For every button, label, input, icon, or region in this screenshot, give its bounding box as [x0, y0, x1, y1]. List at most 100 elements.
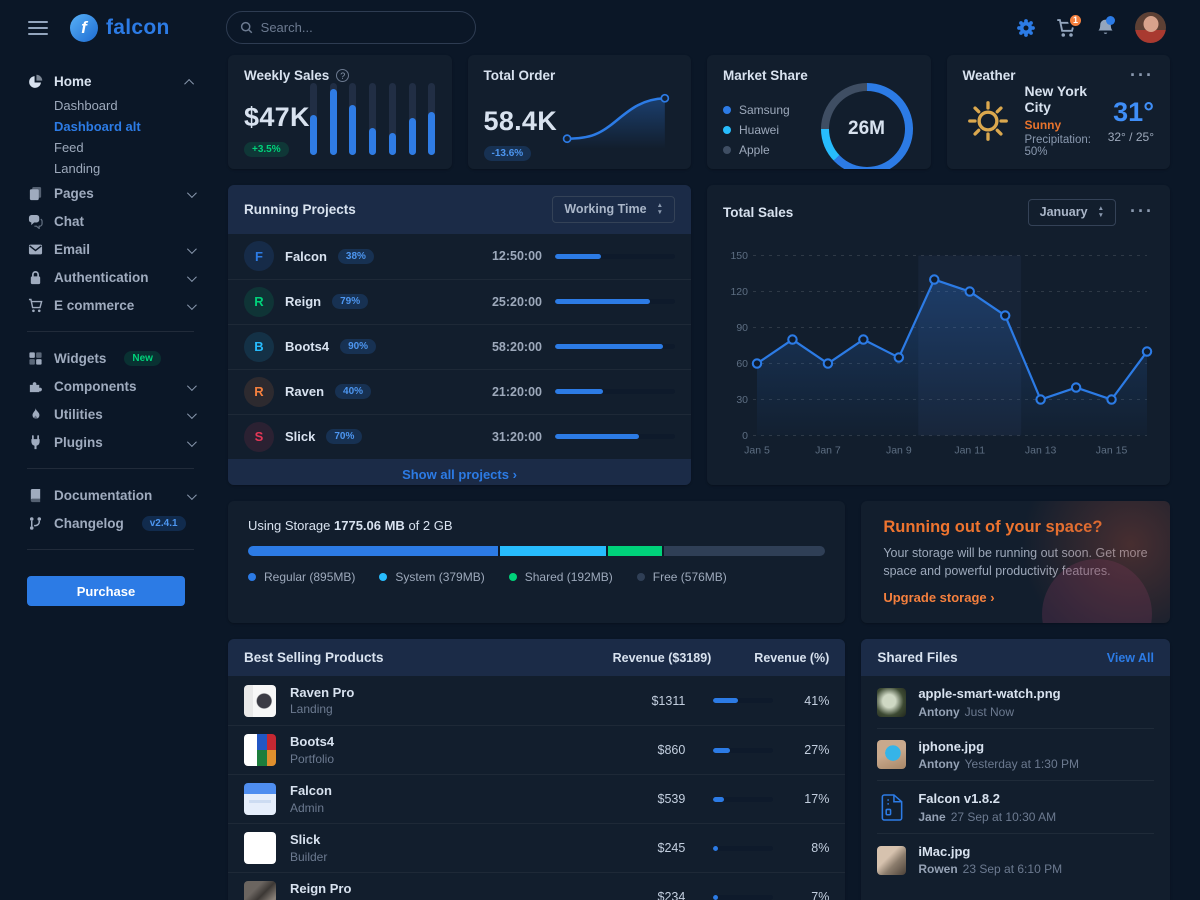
sun-icon — [963, 96, 1013, 146]
file-row-falcon-v1.8.2[interactable]: Falcon v1.8.2Jane27 Sep at 10:30 AM — [861, 781, 1170, 834]
legend-label: Huawei — [739, 123, 779, 137]
sidebar-item-email[interactable]: Email — [27, 235, 198, 263]
file-name-link[interactable]: iMac.jpg — [918, 844, 1062, 860]
menu-toggle-button[interactable] — [26, 17, 50, 39]
main-content: Weekly Sales $47K +3.5% Total Order — [212, 55, 1200, 900]
help-icon[interactable] — [336, 69, 349, 82]
upgrade-storage-link[interactable]: Upgrade storage — [883, 590, 994, 605]
sidebar-item-authentication[interactable]: Authentication — [27, 263, 198, 291]
total-order-card: Total Order 58.4K -13.6% — [468, 55, 692, 169]
sidebar-item-dashboard[interactable]: Dashboard — [27, 95, 198, 116]
project-name-link[interactable]: Slick — [285, 429, 315, 444]
project-row-falcon: FFalcon38%12:50:00 — [228, 234, 691, 279]
storage-segment-shared — [608, 546, 662, 556]
sidebar-item-utilities[interactable]: Utilities — [27, 400, 198, 428]
total-order-title: Total Order — [484, 68, 556, 83]
sidebar-item-documentation[interactable]: Documentation — [27, 481, 198, 509]
project-progress-track — [555, 434, 675, 439]
best-selling-table: Raven ProLanding$131141% Boots4 Portfolio $… — [228, 676, 845, 900]
sidebar-item-pages[interactable]: Pages — [27, 179, 198, 207]
brand-name: falcon — [106, 16, 170, 40]
storage-legend-item: Shared (192MB) — [509, 570, 613, 584]
sidebar-badge: v2.4.1 — [142, 516, 186, 531]
legend-dot — [723, 146, 731, 154]
sidebar-item-label: Pages — [54, 186, 94, 201]
project-row-boots4: BBoots490%58:20:00 — [228, 324, 691, 369]
cart-icon[interactable]: 1 — [1056, 18, 1076, 38]
weather-card: Weather New York City Sunny Precipitatio… — [947, 55, 1171, 169]
product-category-link[interactable]: Admin — [290, 801, 583, 815]
product-info: Raven ProLanding — [290, 685, 583, 717]
project-progress-group: 25:20:00 — [492, 295, 675, 309]
weather-high-low: 32° / 25° — [1108, 130, 1154, 144]
product-thumbnail — [244, 832, 276, 864]
product-name-link[interactable]: Reign Pro — [290, 881, 583, 897]
file-info: apple-smart-watch.pngAntonyJust Now — [918, 686, 1060, 719]
sidebar-item-dashboard-alt[interactable]: Dashboard alt — [27, 116, 198, 137]
product-category-link[interactable]: Landing — [290, 702, 583, 716]
file-name-link[interactable]: iphone.jpg — [918, 739, 1079, 755]
product-row-raven-pro: Raven ProLanding$131141% — [228, 676, 845, 725]
sidebar-item-feed[interactable]: Feed — [27, 137, 198, 158]
product-name-link[interactable]: Boots4 — [290, 734, 583, 750]
svg-text:0: 0 — [742, 430, 748, 442]
product-name-link[interactable]: Falcon — [290, 783, 583, 799]
file-row-iphone.jpg[interactable]: iphone.jpgAntonyYesterday at 1:30 PM — [861, 729, 1170, 782]
revenue-column-header: Revenue ($3189) — [613, 651, 712, 665]
weather-menu-icon[interactable] — [1130, 73, 1154, 79]
product-revenue: $860 — [597, 743, 685, 757]
month-select[interactable]: January — [1028, 199, 1116, 226]
project-time: 58:20:00 — [492, 340, 542, 354]
show-all-projects-link[interactable]: Show all projects — [402, 467, 517, 482]
sidebar-item-label: Chat — [54, 214, 84, 229]
total-sales-line-chart: 0306090120150Jan 5Jan 7Jan 9Jan 11Jan 13… — [723, 232, 1154, 471]
project-progress-group: 21:20:00 — [492, 385, 675, 399]
user-avatar[interactable] — [1135, 12, 1166, 43]
file-row-imac.jpg[interactable]: iMac.jpgRowen23 Sep at 6:10 PM — [861, 834, 1170, 887]
project-progress-fill — [555, 254, 601, 259]
sidebar-item-e-commerce[interactable]: E commerce — [27, 291, 198, 319]
weekly-sales-bar-chart — [310, 83, 436, 155]
file-name-link[interactable]: Falcon v1.8.2 — [918, 791, 1056, 807]
product-category-link[interactable]: Portfolio — [290, 752, 583, 766]
product-name-link[interactable]: Slick — [290, 832, 583, 848]
sidebar-item-landing[interactable]: Landing — [27, 158, 198, 179]
file-name-link[interactable]: apple-smart-watch.png — [918, 686, 1060, 702]
product-progress-fill — [713, 748, 729, 753]
file-row-apple-smart-watch.png[interactable]: apple-smart-watch.pngAntonyJust Now — [861, 676, 1170, 729]
storage-title: Using Storage 1775.06 MB of 2 GB — [248, 518, 825, 533]
sidebar-item-chat[interactable]: Chat — [27, 207, 198, 235]
project-progress-fill — [555, 434, 639, 439]
product-progress-track — [713, 895, 773, 900]
top-navbar: f falcon 1 — [0, 0, 1200, 55]
project-name-link[interactable]: Falcon — [285, 249, 327, 264]
total-sales-menu-icon[interactable] — [1130, 209, 1154, 215]
notifications-bell-icon[interactable] — [1096, 18, 1115, 37]
sidebar-item-home[interactable]: Home — [27, 67, 198, 95]
brand-logo[interactable]: f falcon — [70, 14, 170, 42]
svg-text:Jan 7: Jan 7 — [815, 444, 841, 456]
sidebar-item-components[interactable]: Components — [27, 372, 198, 400]
project-name-link[interactable]: Boots4 — [285, 339, 329, 354]
product-info: Reign ProAgency — [290, 881, 583, 900]
project-name-link[interactable]: Raven — [285, 384, 324, 399]
total-order-change-badge: -13.6% — [484, 146, 532, 161]
product-category-link[interactable]: Builder — [290, 850, 583, 864]
product-name-link[interactable]: Raven Pro — [290, 685, 583, 701]
market-share-title: Market Share — [723, 68, 808, 83]
file-owner: Antony — [918, 757, 959, 771]
legend-item-huawei: Huawei — [723, 123, 790, 137]
search-input[interactable] — [261, 20, 462, 35]
project-progress-track — [555, 389, 675, 394]
settings-gear-icon[interactable] — [1016, 18, 1036, 38]
view-all-link[interactable]: View All — [1107, 651, 1154, 665]
purchase-button[interactable]: Purchase — [27, 576, 185, 606]
working-time-select[interactable]: Working Time — [552, 196, 675, 223]
project-name-link[interactable]: Reign — [285, 294, 321, 309]
sidebar-item-widgets[interactable]: WidgetsNew — [27, 344, 198, 372]
sidebar-item-changelog[interactable]: Changelogv2.4.1 — [27, 509, 198, 537]
sidebar-item-plugins[interactable]: Plugins — [27, 428, 198, 456]
project-row-raven: RRaven40%21:20:00 — [228, 369, 691, 414]
product-progress-fill — [713, 846, 718, 851]
product-percent: 17% — [787, 792, 829, 806]
